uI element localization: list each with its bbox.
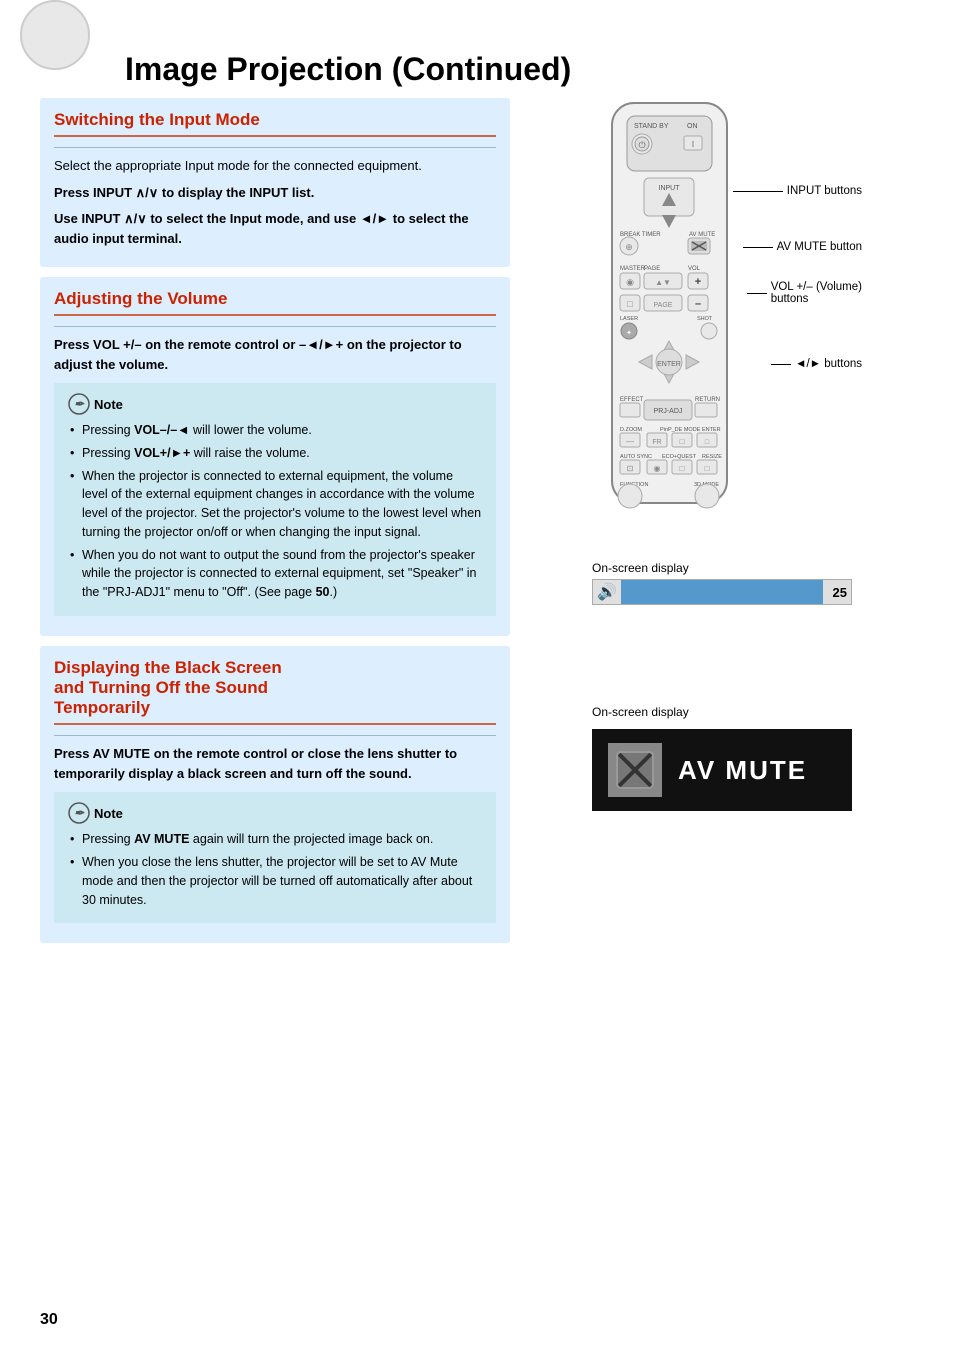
svg-text:–: – <box>695 298 701 310</box>
svg-text:✒: ✒ <box>74 806 85 820</box>
section-divider-1 <box>54 147 496 148</box>
label-arrow-buttons: ◄/► buttons <box>771 358 862 370</box>
svg-text:PAGE: PAGE <box>644 266 660 272</box>
black-screen-section: Displaying the Black Screenand Turning O… <box>40 646 510 943</box>
note-item-2: Pressing VOL+/►+ will raise the volume. <box>68 444 482 463</box>
volume-display-area: On-screen display 🔊 25 <box>592 561 852 605</box>
av-mute-text: AV MUTE <box>678 755 807 786</box>
note-item-4: When you do not want to output the sound… <box>68 546 482 602</box>
svg-text:✦: ✦ <box>626 329 632 337</box>
volume-display-label: On-screen display <box>592 561 852 575</box>
section-divider-2 <box>54 326 496 327</box>
adjusting-volume-section: Adjusting the Volume Press VOL +/– on th… <box>40 277 510 636</box>
svg-text:✒: ✒ <box>74 397 85 411</box>
right-column: STAND BY ON ⏻ I INPUT <box>530 98 914 953</box>
svg-text:ENTER: ENTER <box>702 427 721 433</box>
av-mute-display-area: On-screen display AV MUTE <box>592 705 852 811</box>
av-mute-display: AV MUTE <box>592 729 852 811</box>
svg-text:FR: FR <box>652 439 661 446</box>
av-mute-display-label: On-screen display <box>592 705 852 719</box>
svg-text:□: □ <box>705 464 710 473</box>
svg-text:MASTER: MASTER <box>620 266 646 272</box>
svg-text:RESIZE: RESIZE <box>702 454 722 460</box>
svg-text:◉: ◉ <box>626 277 634 287</box>
volume-note-box: ✒ Note Pressing VOL–/–◄ will lower the v… <box>54 383 496 616</box>
svg-text:PAGE: PAGE <box>654 302 673 309</box>
svg-text:—: — <box>626 437 634 446</box>
note-icon: ✒ <box>68 393 90 415</box>
main-content: Switching the Input Mode Select the appr… <box>40 98 914 953</box>
left-column: Switching the Input Mode Select the appr… <box>40 98 510 953</box>
volume-note-list: Pressing VOL–/–◄ will lower the volume. … <box>68 421 482 602</box>
switching-input-bold1: Press INPUT ∧/∨ to display the INPUT lis… <box>54 183 496 203</box>
switching-input-body1: Select the appropriate Input mode for th… <box>54 156 496 176</box>
svg-text:⏻: ⏻ <box>638 140 645 150</box>
svg-text:ENTER: ENTER <box>657 361 681 368</box>
svg-text:D.ZOOM: D.ZOOM <box>620 427 642 433</box>
header-circle <box>20 0 90 70</box>
page-title: Image Projection (Continued) <box>125 50 914 88</box>
svg-text:□: □ <box>680 464 685 473</box>
svg-text:▲▼: ▲▼ <box>655 278 671 287</box>
volume-bar-inner <box>621 580 823 604</box>
label-vol-buttons: VOL +/– (Volume)buttons <box>747 281 862 305</box>
svg-text:VOL: VOL <box>688 266 701 272</box>
black-screen-note-box: ✒ Note Pressing AV MUTE again will turn … <box>54 792 496 923</box>
svg-text:□: □ <box>627 299 633 309</box>
svg-text:+: + <box>695 276 701 288</box>
svg-text:□: □ <box>680 437 685 446</box>
black-screen-heading: Displaying the Black Screenand Turning O… <box>54 658 496 725</box>
av-mute-icon <box>615 750 655 790</box>
volume-note-label: Note <box>94 397 123 412</box>
svg-text:PinP_DE MODE: PinP_DE MODE <box>660 427 701 433</box>
section-divider-3 <box>54 735 496 736</box>
page: Image Projection (Continued) Switching t… <box>0 0 954 1354</box>
black-screen-note-2: When you close the lens shutter, the pro… <box>68 853 482 909</box>
black-screen-bold: Press AV MUTE on the remote control or c… <box>54 744 496 784</box>
remote-area: STAND BY ON ⏻ I INPUT <box>582 98 862 531</box>
svg-text:ON: ON <box>687 123 698 130</box>
black-screen-note-header: ✒ Note <box>68 802 482 824</box>
volume-bar-outer: 🔊 25 <box>592 579 852 605</box>
svg-text:SHOT: SHOT <box>697 316 713 322</box>
svg-text:STAND BY: STAND BY <box>634 123 669 130</box>
switching-input-heading: Switching the Input Mode <box>54 110 496 137</box>
black-screen-note-list: Pressing AV MUTE again will turn the pro… <box>68 830 482 909</box>
svg-text:ECO+QUEST: ECO+QUEST <box>662 454 697 460</box>
svg-text:AUTO SYNC: AUTO SYNC <box>620 454 652 460</box>
note-item-1: Pressing VOL–/–◄ will lower the volume. <box>68 421 482 440</box>
volume-number: 25 <box>833 585 847 600</box>
note-item-3: When the projector is connected to exter… <box>68 467 482 542</box>
black-screen-note-1: Pressing AV MUTE again will turn the pro… <box>68 830 482 849</box>
svg-text:⊕: ⊕ <box>625 242 633 252</box>
volume-icon: 🔊 <box>597 582 617 602</box>
svg-text:I: I <box>692 140 694 149</box>
remote-wrapper: STAND BY ON ⏻ I INPUT <box>582 98 862 531</box>
page-number: 30 <box>40 1311 58 1329</box>
svg-text:⊡: ⊡ <box>627 464 634 473</box>
label-input-buttons: INPUT buttons <box>733 185 862 197</box>
switching-input-section: Switching the Input Mode Select the appr… <box>40 98 510 267</box>
svg-text:LASER: LASER <box>620 316 638 322</box>
adjusting-volume-heading: Adjusting the Volume <box>54 289 496 316</box>
svg-text:INPUT: INPUT <box>659 185 681 192</box>
svg-text:EFFECT: EFFECT <box>620 397 644 403</box>
adjusting-volume-bold: Press VOL +/– on the remote control or –… <box>54 335 496 375</box>
svg-text:AV MUTE: AV MUTE <box>689 232 715 238</box>
black-screen-note-label: Note <box>94 806 123 821</box>
volume-note-header: ✒ Note <box>68 393 482 415</box>
label-av-mute-button: AV MUTE button <box>743 241 862 253</box>
av-mute-icon-box <box>608 743 662 797</box>
note-icon-2: ✒ <box>68 802 90 824</box>
svg-text:PRJ-ADJ: PRJ-ADJ <box>654 408 683 415</box>
svg-text:◉: ◉ <box>654 464 661 473</box>
remote-svg: STAND BY ON ⏻ I INPUT <box>592 98 747 528</box>
switching-input-bold2: Use INPUT ∧/∨ to select the Input mode, … <box>54 209 496 249</box>
svg-text:RETURN: RETURN <box>695 397 720 403</box>
